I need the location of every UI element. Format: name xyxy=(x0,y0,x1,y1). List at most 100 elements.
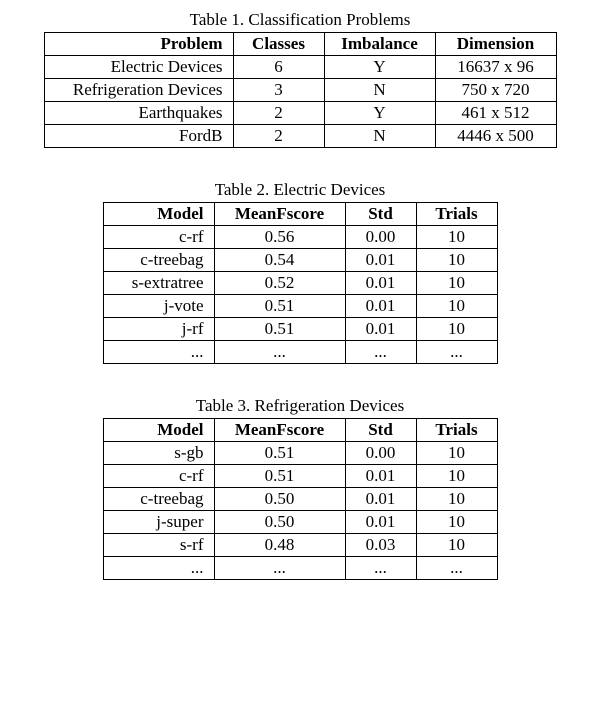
table3-header-cell: MeanFscore xyxy=(214,419,345,442)
table1-cell: Refrigeration Devices xyxy=(44,79,233,102)
table3-header-row: Model MeanFscore Std Trials xyxy=(103,419,497,442)
table3-header-cell: Model xyxy=(103,419,214,442)
table1-header-cell: Problem xyxy=(44,33,233,56)
table3-block: Table 3. Refrigeration Devices Model Mea… xyxy=(18,396,582,580)
table2-cell: ... xyxy=(416,341,497,364)
table1-block: Table 1. Classification Problems Problem… xyxy=(18,10,582,148)
table2-header-cell: Trials xyxy=(416,203,497,226)
table1-cell: Y xyxy=(324,56,435,79)
table3-cell: 0.51 xyxy=(214,442,345,465)
table-row: j-super 0.50 0.01 10 xyxy=(103,511,497,534)
table2-cell: j-rf xyxy=(103,318,214,341)
table3-cell: 10 xyxy=(416,442,497,465)
table2-cell: 10 xyxy=(416,249,497,272)
table1-caption: Table 1. Classification Problems xyxy=(18,10,582,30)
table-row: c-treebag 0.50 0.01 10 xyxy=(103,488,497,511)
table2-cell: 0.54 xyxy=(214,249,345,272)
table2: Model MeanFscore Std Trials c-rf 0.56 0.… xyxy=(103,202,498,364)
table3-cell: 0.50 xyxy=(214,511,345,534)
table3-cell: 0.51 xyxy=(214,465,345,488)
table2-cell: c-rf xyxy=(103,226,214,249)
table1: Problem Classes Imbalance Dimension Elec… xyxy=(44,32,557,148)
table3-cell: s-gb xyxy=(103,442,214,465)
table2-header-cell: Std xyxy=(345,203,416,226)
table1-cell: Earthquakes xyxy=(44,102,233,125)
table3-cell: 10 xyxy=(416,511,497,534)
table-row: c-treebag 0.54 0.01 10 xyxy=(103,249,497,272)
table-row: c-rf 0.51 0.01 10 xyxy=(103,465,497,488)
table2-cell: 10 xyxy=(416,295,497,318)
table2-cell: 0.56 xyxy=(214,226,345,249)
table2-header-row: Model MeanFscore Std Trials xyxy=(103,203,497,226)
table3-cell: ... xyxy=(345,557,416,580)
table2-cell: 10 xyxy=(416,272,497,295)
table3-cell: 10 xyxy=(416,488,497,511)
table2-cell: s-extratree xyxy=(103,272,214,295)
table1-cell: FordB xyxy=(44,125,233,148)
table3-cell: 0.50 xyxy=(214,488,345,511)
table3-caption: Table 3. Refrigeration Devices xyxy=(18,396,582,416)
table1-cell: 461 x 512 xyxy=(435,102,556,125)
table2-header-cell: MeanFscore xyxy=(214,203,345,226)
table2-cell: 0.52 xyxy=(214,272,345,295)
table3: Model MeanFscore Std Trials s-gb 0.51 0.… xyxy=(103,418,498,580)
table-row: Electric Devices 6 Y 16637 x 96 xyxy=(44,56,556,79)
table3-cell: 0.01 xyxy=(345,465,416,488)
table-row: ... ... ... ... xyxy=(103,557,497,580)
table1-cell: N xyxy=(324,125,435,148)
table3-cell: 0.03 xyxy=(345,534,416,557)
table-row: s-extratree 0.52 0.01 10 xyxy=(103,272,497,295)
table1-cell: 6 xyxy=(233,56,324,79)
table2-cell: 10 xyxy=(416,226,497,249)
table2-caption: Table 2. Electric Devices xyxy=(18,180,582,200)
table-row: Refrigeration Devices 3 N 750 x 720 xyxy=(44,79,556,102)
table3-cell: c-treebag xyxy=(103,488,214,511)
table-row: FordB 2 N 4446 x 500 xyxy=(44,125,556,148)
table2-cell: c-treebag xyxy=(103,249,214,272)
table2-cell: 0.00 xyxy=(345,226,416,249)
table3-cell: c-rf xyxy=(103,465,214,488)
table1-cell: N xyxy=(324,79,435,102)
table3-cell: 0.01 xyxy=(345,511,416,534)
table1-cell: 2 xyxy=(233,125,324,148)
table3-header-cell: Trials xyxy=(416,419,497,442)
table2-cell: 0.01 xyxy=(345,249,416,272)
table2-block: Table 2. Electric Devices Model MeanFsco… xyxy=(18,180,582,364)
table3-cell: 10 xyxy=(416,534,497,557)
table3-cell: j-super xyxy=(103,511,214,534)
table-row: s-gb 0.51 0.00 10 xyxy=(103,442,497,465)
table2-header-cell: Model xyxy=(103,203,214,226)
table2-cell: 0.01 xyxy=(345,295,416,318)
table1-cell: 3 xyxy=(233,79,324,102)
table2-cell: 0.51 xyxy=(214,318,345,341)
table3-cell: 0.48 xyxy=(214,534,345,557)
table1-cell: 16637 x 96 xyxy=(435,56,556,79)
table1-cell: Electric Devices xyxy=(44,56,233,79)
table2-cell: j-vote xyxy=(103,295,214,318)
table2-cell: ... xyxy=(214,341,345,364)
table3-cell: 0.01 xyxy=(345,488,416,511)
table1-header-cell: Dimension xyxy=(435,33,556,56)
table3-cell: ... xyxy=(103,557,214,580)
table2-cell: ... xyxy=(345,341,416,364)
table1-cell: 2 xyxy=(233,102,324,125)
table-row: Earthquakes 2 Y 461 x 512 xyxy=(44,102,556,125)
table2-cell: 0.01 xyxy=(345,272,416,295)
table-row: c-rf 0.56 0.00 10 xyxy=(103,226,497,249)
table3-cell: s-rf xyxy=(103,534,214,557)
table3-cell: ... xyxy=(214,557,345,580)
table2-cell: 0.01 xyxy=(345,318,416,341)
table-row: s-rf 0.48 0.03 10 xyxy=(103,534,497,557)
table1-header-cell: Imbalance xyxy=(324,33,435,56)
table3-cell: 10 xyxy=(416,465,497,488)
table-row: j-vote 0.51 0.01 10 xyxy=(103,295,497,318)
table2-cell: ... xyxy=(103,341,214,364)
table3-cell: ... xyxy=(416,557,497,580)
table1-cell: 750 x 720 xyxy=(435,79,556,102)
table3-header-cell: Std xyxy=(345,419,416,442)
table1-header-cell: Classes xyxy=(233,33,324,56)
table1-cell: Y xyxy=(324,102,435,125)
table3-cell: 0.00 xyxy=(345,442,416,465)
table1-header-row: Problem Classes Imbalance Dimension xyxy=(44,33,556,56)
table-row: ... ... ... ... xyxy=(103,341,497,364)
